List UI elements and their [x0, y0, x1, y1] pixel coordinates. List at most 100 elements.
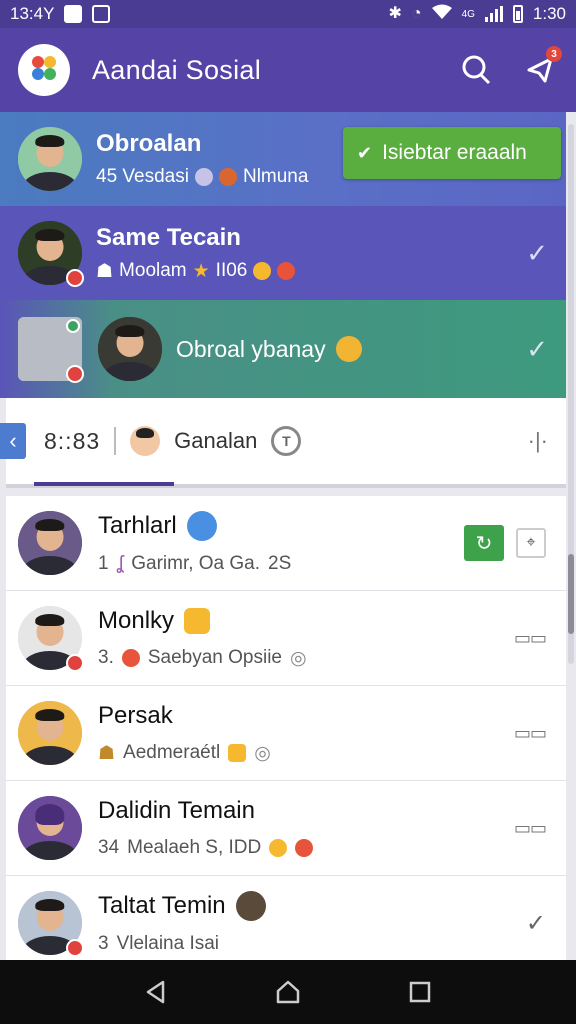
refresh-icon: ↻	[475, 532, 493, 555]
emoji-icon	[295, 839, 314, 857]
emoji-icon	[121, 649, 140, 667]
status-time-right: 1:30	[532, 4, 566, 23]
emoji-icon	[335, 336, 362, 362]
check-icon: ✔	[357, 142, 373, 163]
app-icon	[92, 5, 111, 23]
battery-icon	[512, 5, 523, 23]
now-bar-contact: Ganalan	[174, 428, 258, 453]
read-check-icon: ✓	[526, 333, 548, 364]
group-avatar	[18, 317, 84, 383]
bluetooth-icon: ✱	[388, 5, 402, 22]
info-icon[interactable]: T	[271, 426, 302, 456]
chat-name: Obroal ybanay	[176, 335, 326, 362]
emoji-icon	[218, 168, 237, 186]
user-icon: ☗	[96, 260, 114, 282]
chat-list: Tarhlarl 1 ʆ Garimr, Oa Ga. 2S ↻ ⌖ Monlk…	[6, 496, 566, 960]
app-logo[interactable]	[18, 44, 70, 96]
back-button[interactable]	[136, 972, 176, 1012]
audio-wave-icon[interactable]: ·|·	[528, 428, 548, 454]
home-button[interactable]	[268, 972, 308, 1012]
scrollbar[interactable]	[568, 124, 574, 664]
chevron-left-icon[interactable]: ‹	[0, 423, 26, 459]
emoji-icon: ◎	[254, 742, 271, 764]
chat-preview-tail: II06	[215, 260, 248, 281]
chat-preview: Moolam	[119, 260, 187, 281]
chat-name: Dalidin Temain	[98, 797, 255, 824]
chat-name: Persak	[98, 701, 173, 729]
chat-preview-text: Vlelaina Isai	[116, 933, 220, 954]
alarm-icon: ◔	[411, 5, 422, 22]
chat-preview: 1	[98, 553, 109, 574]
chat-row-highlighted[interactable]: Obroal ybanay ✓	[0, 300, 566, 398]
chat-name: Same Tecain	[96, 223, 241, 251]
list-item[interactable]: Tarhlarl 1 ʆ Garimr, Oa Ga. 2S ↻ ⌖	[6, 496, 566, 591]
back-icon	[146, 980, 165, 1004]
chat-preview-tail: 2S	[268, 553, 292, 574]
ruler-icon[interactable]: ▭▭	[514, 723, 547, 744]
signal-icon	[484, 6, 503, 22]
status-bar: 13:4Y ✱ ◔ 4G 1:30	[0, 0, 576, 28]
list-item[interactable]: Dalidin Temain 34 Mealaeh S, IDD ▭▭	[6, 781, 566, 876]
pin-icon: ⌖	[526, 534, 536, 551]
navigation-bar	[0, 960, 576, 1024]
now-bar-time: 8::83	[44, 427, 101, 454]
emoji-icon	[277, 262, 296, 280]
chat-preview: 3	[98, 933, 109, 954]
send-button-label: Isiebtar eraaaln	[382, 141, 527, 164]
emoji-icon	[228, 744, 247, 762]
online-badge	[66, 319, 80, 333]
chat-preview-text: Aedmeraétl	[123, 742, 221, 763]
unread-badge	[66, 939, 84, 957]
chat-preview: 45 Vesdasi	[96, 166, 189, 187]
star-icon: ★	[192, 260, 210, 282]
chat-preview: 3.	[98, 647, 114, 668]
chat-row-highlighted[interactable]: Same Tecain ☗ Moolam ★ II06 ✓	[0, 206, 566, 300]
signal-label: 4G	[461, 8, 475, 20]
ruler-icon[interactable]: ▭▭	[514, 818, 547, 839]
unread-badge	[66, 269, 84, 287]
chat-name: Obroalan	[96, 130, 202, 157]
now-bar: ‹ 8::83 Ganalan T ·|·	[0, 398, 566, 488]
check-icon: ✓	[525, 909, 546, 937]
emoji-icon	[194, 168, 213, 186]
emoji-icon	[184, 607, 211, 634]
list-item[interactable]: Taltat Temin 3 Vlelaina Isai ✓	[6, 876, 566, 960]
emoji-icon	[186, 511, 217, 541]
divider	[114, 427, 117, 455]
notification-badge: 3	[546, 46, 562, 62]
chat-preview-tail: Nlmuna	[242, 166, 309, 187]
emoji-icon	[235, 891, 266, 921]
send-button[interactable]: ✔ Isiebtar eraaaln	[343, 127, 561, 179]
app-bar: Aandai Sosial 3	[0, 28, 576, 112]
chat-name: Taltat Temin	[98, 892, 226, 919]
chat-preview-text: Mealaeh S, IDD	[127, 837, 262, 858]
avatar	[18, 796, 82, 860]
progress-indicator	[34, 482, 174, 486]
avatar	[18, 221, 84, 287]
home-icon	[276, 980, 300, 1004]
image-icon	[64, 5, 83, 23]
recents-icon	[409, 981, 431, 1003]
refresh-button[interactable]: ↻	[464, 525, 504, 561]
share-button[interactable]: 3	[522, 46, 562, 88]
pin-button[interactable]: ⌖	[516, 528, 546, 558]
status-time-left: 13:4Y	[10, 4, 55, 23]
list-item[interactable]: Monlky 3. Saebyan Opsiie ◎ ▭▭	[6, 591, 566, 686]
avatar	[18, 701, 82, 765]
recents-button[interactable]	[400, 972, 440, 1012]
avatar	[18, 511, 82, 575]
scrollbar-thumb[interactable]	[568, 554, 574, 634]
unread-badge	[66, 365, 84, 383]
read-check-icon: ✓	[526, 237, 548, 268]
ruler-icon[interactable]: ▭▭	[514, 628, 547, 649]
app-title: Aandai Sosial	[92, 54, 262, 85]
emoji-icon	[269, 839, 288, 857]
search-icon	[462, 55, 491, 85]
list-item[interactable]: Persak ☗ Aedmeraétl ◎ ▭▭	[6, 686, 566, 781]
avatar	[18, 891, 84, 957]
chat-name: Tarhlarl	[98, 512, 177, 539]
avatar	[98, 317, 162, 381]
search-button[interactable]	[458, 52, 494, 88]
user-icon: ☗	[98, 742, 116, 764]
wifi-icon	[431, 4, 452, 25]
